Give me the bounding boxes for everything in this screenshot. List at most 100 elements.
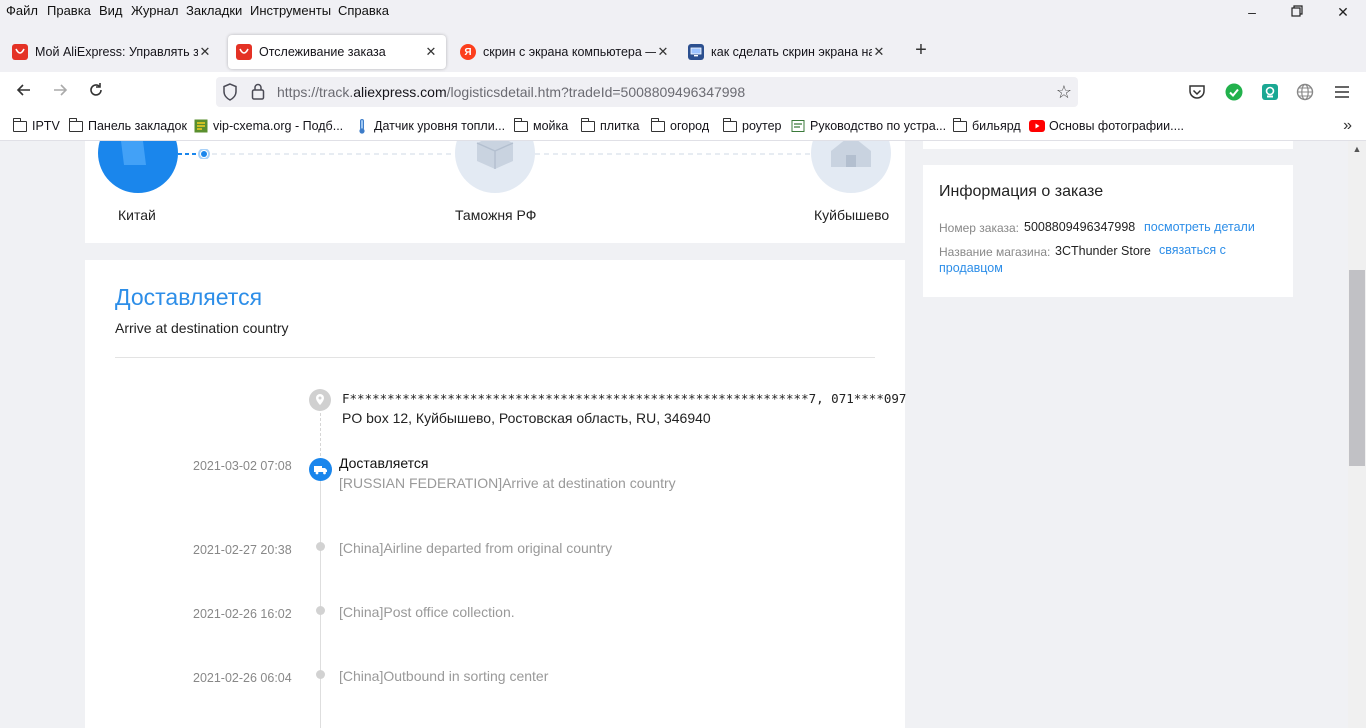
scrollbar-thumb[interactable] [1349, 270, 1365, 466]
bookmark-label: роутер [742, 119, 782, 133]
bookmark-label: бильярд [972, 119, 1021, 133]
recipient-line: F***************************************… [342, 391, 907, 406]
event-date: 2021-02-26 06:04 [193, 671, 292, 685]
bookmark-label: огород [670, 119, 710, 133]
bookmark-billiard[interactable]: бильярд [952, 117, 1021, 133]
folder-icon [580, 117, 595, 132]
event-description: [China]Post office collection. [339, 604, 515, 620]
tab-strip: Мой AliExpress: Управлять зака ✕ Отслежи… [0, 30, 1366, 72]
bookmarks-toolbar: IPTV Панель закладок vip-cxema.org - Под… [0, 112, 1366, 141]
order-number-label: Номер заказа: [939, 221, 1020, 235]
divider [115, 357, 875, 358]
bookmark-manual[interactable]: Руководство по устра... [790, 119, 946, 133]
menu-edit[interactable]: Правка [47, 3, 91, 18]
bookmark-star-icon[interactable]: ☆ [1056, 82, 1072, 103]
page-content: Китай Таможня РФ Куйбышево Информация о … [0, 141, 1348, 728]
bookmark-label: Датчик уровня топли... [374, 119, 506, 133]
destination-label: Куйбышево [814, 207, 890, 223]
bookmark-fuel-sensor[interactable]: Датчик уровня топли... [354, 118, 506, 134]
pocket-icon[interactable] [1186, 81, 1208, 103]
restore-icon[interactable] [1285, 4, 1309, 24]
bookmark-label: IPTV [32, 119, 60, 133]
bookmark-moika[interactable]: мойка [513, 117, 568, 133]
event-title: Доставляется [339, 455, 429, 471]
bookmark-ogorod[interactable]: огород [650, 117, 710, 133]
folder-icon [650, 117, 665, 132]
menu-bookmarks[interactable]: Закладки [186, 3, 242, 18]
event-description: [China]Airline departed from original co… [339, 540, 613, 556]
check-extension-icon[interactable] [1223, 81, 1245, 103]
menu-history[interactable]: Журнал [131, 3, 178, 18]
event-date: 2021-03-02 07:08 [193, 459, 292, 473]
back-icon[interactable] [12, 81, 36, 103]
tab-title: Отслеживание заказа [259, 45, 386, 59]
contact-seller-link[interactable]: связаться с [1159, 243, 1226, 257]
bookmark-router[interactable]: роутер [722, 117, 782, 133]
teal-extension-icon[interactable] [1259, 81, 1281, 103]
close-tab-icon[interactable]: ✕ [656, 44, 670, 60]
menu-view[interactable]: Вид [99, 3, 123, 18]
event-date: 2021-02-26 16:02 [193, 607, 292, 621]
menu-help[interactable]: Справка [338, 3, 389, 18]
bookmark-iptv[interactable]: IPTV [12, 117, 60, 133]
yandex-icon: Я [460, 44, 476, 60]
url-text[interactable]: https://track.aliexpress.com/logisticsde… [277, 84, 745, 100]
timeline-dot [316, 670, 325, 679]
customs-node [455, 141, 535, 193]
site-icon [193, 119, 209, 133]
close-tab-icon[interactable]: ✕ [198, 44, 212, 60]
chevron-double-right-icon[interactable]: » [1343, 117, 1352, 135]
browser-chrome: Файл Правка Вид Журнал Закладки Инструме… [0, 0, 1366, 141]
hamburger-menu-icon[interactable] [1331, 81, 1353, 103]
tab-title: Мой AliExpress: Управлять зака [35, 45, 198, 59]
forward-icon[interactable] [48, 81, 72, 103]
tab-yandex-search[interactable]: Я скрин с экрана компьютера — ✕ [452, 35, 678, 69]
origin-label: Китай [118, 207, 156, 223]
sidebar-card-stub [923, 141, 1293, 149]
aliexpress-icon [236, 44, 252, 60]
reload-icon[interactable] [84, 81, 108, 103]
house-icon [831, 141, 871, 167]
folder-icon [12, 117, 27, 132]
tab-screenshot-howto[interactable]: как сделать скрин экрана на к ✕ [680, 35, 894, 69]
view-details-link[interactable]: посмотреть детали [1144, 220, 1255, 234]
new-tab-icon[interactable]: + [910, 40, 932, 62]
folder-icon [722, 117, 737, 132]
tab-title: скрин с экрана компьютера — [483, 45, 656, 59]
bookmark-vip-cxema[interactable]: vip-cxema.org - Подб... [193, 119, 343, 133]
menu-tools[interactable]: Инструменты [250, 3, 331, 18]
bookmark-toolbar-panel[interactable]: Панель закладок [68, 117, 187, 133]
globe-icon[interactable] [1294, 81, 1316, 103]
close-tab-icon[interactable]: ✕ [872, 44, 886, 60]
folder-icon [952, 117, 967, 132]
location-pin-icon [309, 389, 331, 411]
bookmark-label: плитка [600, 119, 640, 133]
close-tab-icon[interactable]: ✕ [424, 44, 438, 60]
folder-icon [68, 117, 83, 132]
contact-seller-link-cont[interactable]: продавцом [939, 261, 1003, 275]
bookmark-photo-basics[interactable]: Основы фотографии.... [1029, 119, 1184, 133]
delivery-status-subtitle: Arrive at destination country [115, 320, 289, 336]
bookmark-label: Руководство по устра... [810, 119, 947, 133]
tab-my-aliexpress[interactable]: Мой AliExpress: Управлять зака ✕ [4, 35, 220, 69]
scroll-up-icon[interactable]: ▲ [1348, 141, 1366, 157]
address-bar[interactable]: https://track.aliexpress.com/logisticsde… [216, 77, 1078, 107]
delivery-status-title: Доставляется [115, 284, 263, 310]
bookmark-plitka[interactable]: плитка [580, 117, 640, 133]
timeline-line [320, 481, 321, 728]
store-name-label: Название магазина: [939, 245, 1051, 259]
order-info-title: Информация о заказе [939, 183, 1104, 200]
shield-icon[interactable] [222, 83, 238, 104]
tab-title: как сделать скрин экрана на к [711, 45, 872, 59]
menu-file[interactable]: Файл [6, 3, 38, 18]
destination-node [811, 141, 891, 193]
tab-order-tracking[interactable]: Отслеживание заказа ✕ [228, 35, 446, 69]
monitor-icon [688, 44, 704, 60]
shopping-bag-icon [121, 141, 146, 165]
store-name: 3CThunder Store [1055, 244, 1151, 258]
close-window-icon[interactable]: ✕ [1331, 4, 1355, 24]
route-card: Китай Таможня РФ Куйбышево [85, 141, 905, 243]
minimize-icon[interactable]: – [1240, 4, 1264, 24]
customs-box-icon [476, 141, 514, 169]
lock-icon[interactable] [251, 83, 265, 103]
